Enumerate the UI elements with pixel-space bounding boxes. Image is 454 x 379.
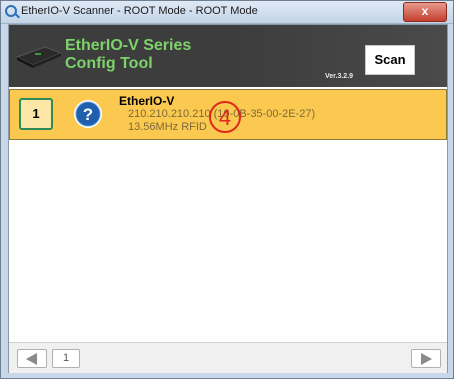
device-hardware-icon [15, 46, 63, 68]
version-label: Ver.3.2.9 [325, 73, 354, 80]
device-index-button[interactable]: 1 [19, 98, 53, 130]
question-icon: ? [74, 100, 102, 128]
prev-page-button[interactable] [17, 349, 47, 368]
scan-button[interactable]: Scan [365, 45, 415, 75]
page-number[interactable]: 1 [52, 349, 80, 368]
triangle-left-icon [26, 353, 37, 365]
window-title: EtherIO-V Scanner - ROOT Mode - ROOT Mod… [21, 5, 258, 17]
device-list: 1 ? EtherIO-V 210.210.210.210 (10-0B-35-… [9, 87, 447, 342]
svg-text:?: ? [83, 105, 93, 124]
app-header: EtherIO-V Series Config Tool Ver.3.2.9 S… [9, 25, 447, 87]
device-row[interactable]: 1 ? EtherIO-V 210.210.210.210 (10-0B-35-… [9, 89, 447, 140]
app-title-line1: EtherIO-V Series [65, 37, 192, 54]
close-button[interactable]: x [403, 2, 447, 22]
next-page-button[interactable] [411, 349, 441, 368]
svg-text:4: 4 [219, 105, 231, 130]
app-client-area: EtherIO-V Series Config Tool Ver.3.2.9 S… [8, 24, 448, 373]
app-title-line2: Config Tool [65, 55, 153, 72]
step-marker-annotation: 4 [209, 101, 241, 133]
triangle-right-icon [421, 353, 432, 365]
device-name: EtherIO-V [119, 94, 175, 108]
device-type: 13.56MHz RFID [128, 121, 207, 133]
app-title: EtherIO-V Series Config Tool [65, 37, 191, 73]
title-bar[interactable]: EtherIO-V Scanner - ROOT Mode - ROOT Mod… [1, 1, 453, 24]
scanner-window: EtherIO-V Scanner - ROOT Mode - ROOT Mod… [0, 0, 454, 379]
pager-bar: 1 [9, 342, 447, 373]
magnifier-app-icon [5, 5, 17, 17]
